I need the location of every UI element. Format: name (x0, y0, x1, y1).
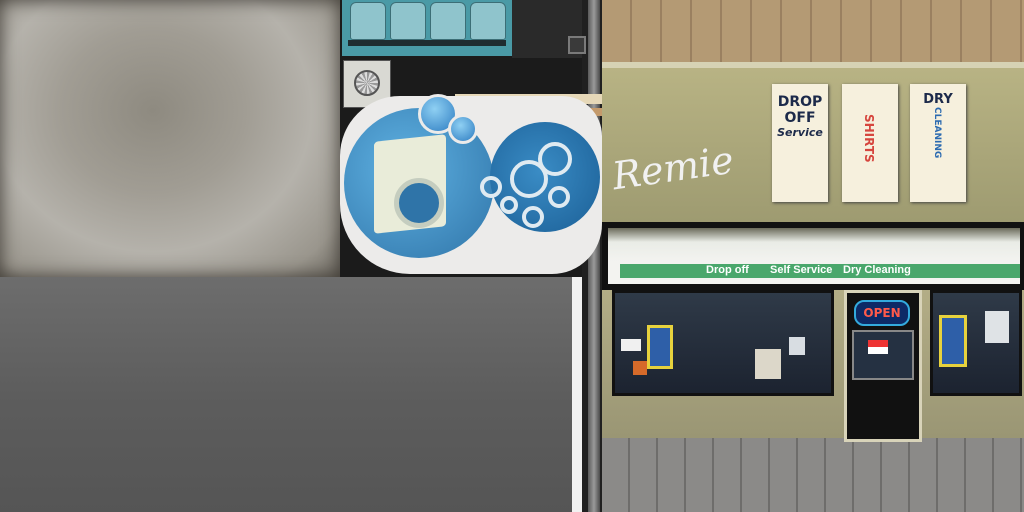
window-paper (985, 311, 1009, 343)
bubble-icon (548, 186, 570, 208)
poster-shirts: SHIRTS (842, 84, 898, 202)
fan-icon (354, 70, 380, 96)
poster-line: SHIRTS (862, 114, 876, 163)
brick-wall (602, 0, 1024, 62)
poster-line: DROP (777, 94, 823, 110)
window-paper (633, 361, 647, 375)
window-sign (939, 315, 967, 367)
floor-texture (0, 0, 340, 277)
chair-bench-bar (348, 40, 506, 46)
poster-line: CLEANING (932, 107, 942, 159)
sign-label-self-service: Self Service (770, 264, 833, 276)
poster-dry-cleaning: DRY CLEANING (910, 84, 966, 202)
poster-line: DRY (923, 92, 953, 107)
window-paper (755, 349, 781, 379)
chair (350, 2, 386, 40)
chair (430, 2, 466, 40)
bubble-icon (500, 196, 518, 214)
concrete-texture (0, 277, 572, 512)
shop-window-left (612, 290, 834, 396)
open-neon-sign: OPEN (854, 300, 910, 326)
shop-window-right (930, 290, 1022, 396)
bubble-icon (448, 114, 478, 144)
poster-line: Service (777, 126, 823, 139)
door-sticker (868, 340, 888, 354)
washer-door-icon (394, 178, 444, 228)
white-strip (572, 277, 582, 512)
corner-box (568, 36, 586, 54)
window-paper (621, 339, 641, 351)
poster-line: OFF (784, 110, 816, 126)
window-sign (647, 325, 673, 369)
door-window (852, 330, 914, 380)
bubble-icon (522, 206, 544, 228)
poster-drop-off: DROP OFF Service (772, 84, 828, 202)
bubble-icon (510, 160, 548, 198)
window-paper (789, 337, 805, 355)
sign-label-dry-cleaning: Dry Cleaning (843, 264, 911, 276)
tiled-base (602, 438, 1024, 512)
chair (390, 2, 426, 40)
bubble-icon (480, 176, 502, 198)
waiting-chairs (342, 0, 512, 56)
chair (470, 2, 506, 40)
sign-label-drop-off: Drop off (706, 264, 749, 276)
